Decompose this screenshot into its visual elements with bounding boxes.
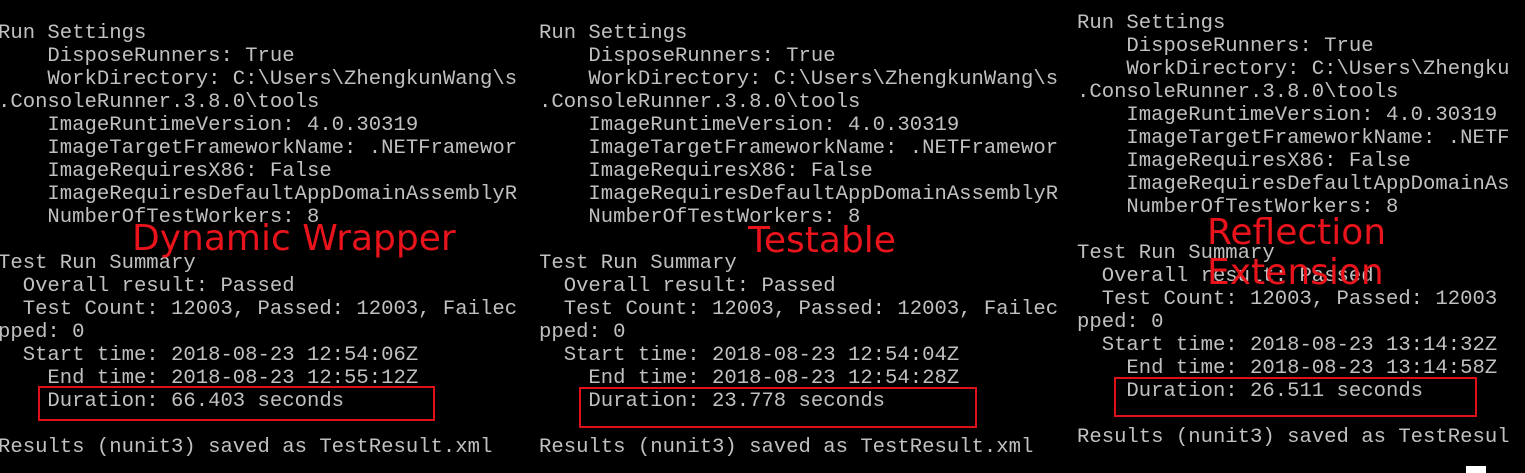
console-line: WorkDirectory: C:\Users\ZhengkunWang\s: [0, 68, 518, 91]
console-line: DisposeRunners: True: [1077, 35, 1374, 58]
console-line: Test Count: 12003, Passed: 12003, Failec: [0, 298, 518, 321]
console-line: Start time: 2018-08-23 12:54:06Z: [0, 344, 419, 367]
console-line: Run Settings: [0, 22, 147, 45]
console-line: Start time: 2018-08-23 13:14:32Z: [1077, 334, 1498, 357]
console-line: ImageTargetFrameworkName: .NETFramewor: [0, 137, 518, 160]
console-line: ImageRuntimeVersion: 4.0.30319: [0, 114, 419, 137]
console-line: ImageRequiresDefaultAppDomainAs: [1077, 173, 1510, 196]
console-line: Overall result: Passed: [0, 275, 295, 298]
console-line: .ConsoleRunner.3.8.0\tools: [540, 91, 861, 114]
console-line: ImageRequiresX86: False: [540, 160, 873, 183]
console-line: ImageRequiresDefaultAppDomainAssemblyR: [540, 183, 1059, 206]
console-line: WorkDirectory: C:\Users\ZhengkunWang\s: [540, 68, 1059, 91]
console-line: Test Count: 12003, Passed: 12003, Failec: [540, 298, 1059, 321]
console-line: Run Settings: [540, 22, 688, 45]
console-line: pped: 0: [0, 321, 85, 344]
console-line: ImageRequiresDefaultAppDomainAssemblyR: [0, 183, 518, 206]
annotation-label: Testable: [748, 220, 896, 261]
console-panel-dynamic-wrapper: Run Settings DisposeRunners: True WorkDi…: [0, 0, 540, 473]
console-panel-testable: Run Settings DisposeRunners: True WorkDi…: [540, 0, 1077, 473]
console-line: Overall result: Passed: [540, 275, 836, 298]
console-line: ImageRequiresX86: False: [1077, 150, 1411, 173]
console-line: DisposeRunners: True: [0, 45, 295, 68]
console-line: Run Settings: [1077, 12, 1226, 35]
console-line: DisposeRunners: True: [540, 45, 836, 68]
console-line: .ConsoleRunner.3.8.0\tools: [1077, 81, 1399, 104]
annotation-label: Dynamic Wrapper: [132, 218, 456, 259]
console-line: WorkDirectory: C:\Users\Zhengku: [1077, 58, 1510, 81]
console-line: ImageTargetFrameworkName: .NETFramewor: [540, 137, 1059, 160]
console-line: Results (nunit3) saved as TestResul: [1077, 426, 1510, 449]
annotation-label: Reflection Extension: [1207, 212, 1387, 293]
duration-highlight-box: [579, 387, 977, 428]
console-line: .ConsoleRunner.3.8.0\tools: [0, 91, 320, 114]
console-cursor: [1466, 466, 1486, 473]
console-line: ImageTargetFrameworkName: .NETF: [1077, 127, 1510, 150]
console-line: pped: 0: [1077, 311, 1164, 334]
console-panel-reflection-extension: Run Settings DisposeRunners: True WorkDi…: [1077, 0, 1525, 473]
console-line: Results (nunit3) saved as TestResult.xml: [540, 436, 1034, 459]
console-line: ImageRuntimeVersion: 4.0.30319: [1077, 104, 1498, 127]
duration-highlight-box: [38, 386, 435, 421]
console-line: Test Run Summary: [540, 252, 737, 275]
duration-highlight-box: [1114, 377, 1477, 417]
console-line: Results (nunit3) saved as TestResult.xml: [0, 436, 493, 459]
console-line: ImageRuntimeVersion: 4.0.30319: [540, 114, 960, 137]
console-line: pped: 0: [540, 321, 626, 344]
console-line: ImageRequiresX86: False: [0, 160, 332, 183]
console-line: Start time: 2018-08-23 12:54:04Z: [540, 344, 960, 367]
